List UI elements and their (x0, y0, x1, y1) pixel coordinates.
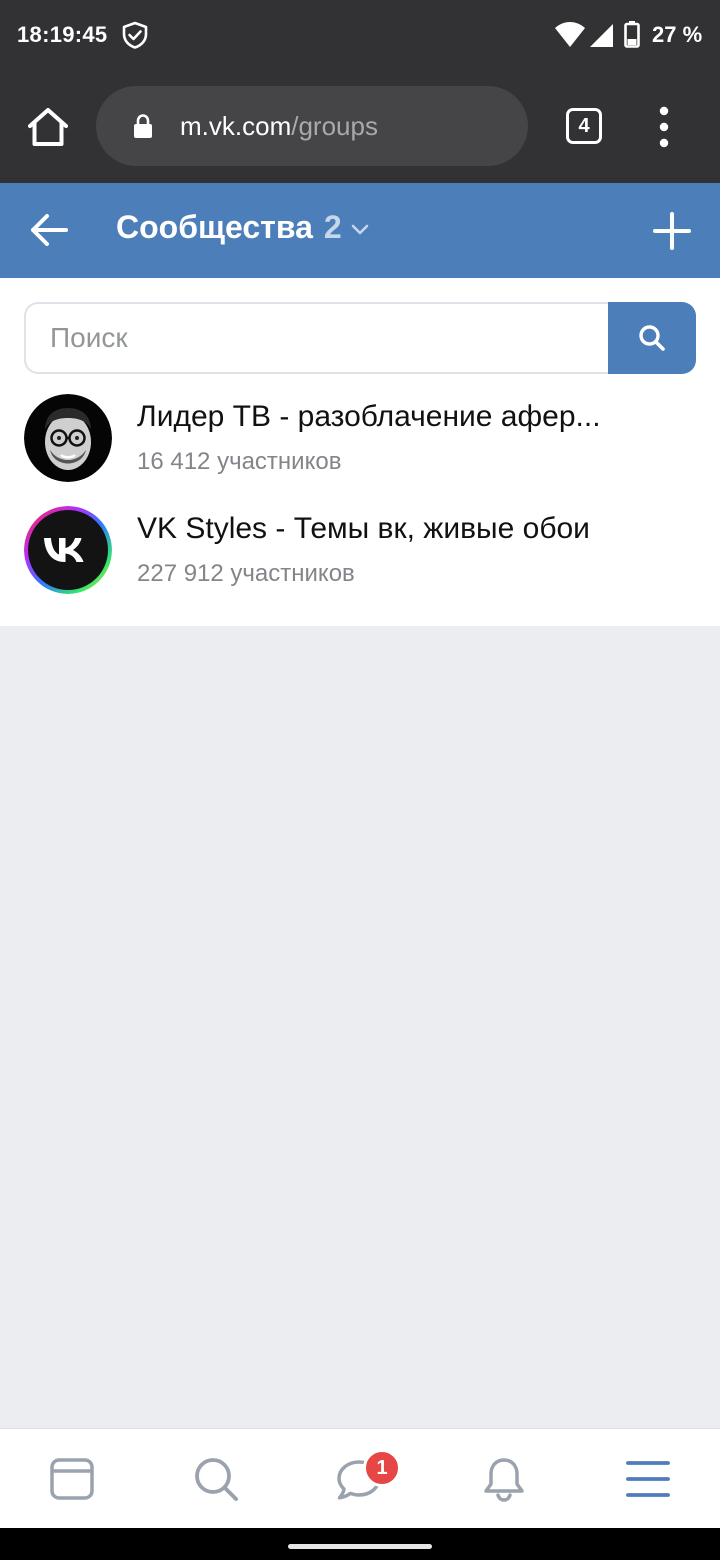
notifications-icon[interactable] (480, 1455, 528, 1503)
shield-check-icon (122, 21, 148, 49)
browser-toolbar: m.vk.com/groups 4 (0, 70, 720, 183)
bottom-navigation: 1 (0, 1428, 720, 1528)
list-item[interactable]: VK Styles - Темы вк, живые обои 227 912 … (0, 506, 720, 618)
messages-badge: 1 (363, 1449, 401, 1487)
page-title: Сообщества (116, 209, 313, 245)
battery-icon (624, 21, 640, 48)
back-arrow-icon[interactable] (28, 211, 70, 249)
vk-logo-icon (24, 506, 112, 594)
wifi-icon (555, 22, 585, 47)
more-vertical-icon[interactable] (655, 106, 673, 148)
tab-switcher-button[interactable]: 4 (566, 108, 602, 144)
tab-count: 4 (578, 114, 590, 137)
avatar (24, 394, 112, 482)
messages-badge-count: 1 (376, 1456, 388, 1479)
battery-percentage: 27 % (652, 22, 703, 47)
communities-count: 2 (323, 209, 342, 245)
chevron-down-icon (351, 224, 368, 234)
home-icon[interactable] (26, 106, 70, 148)
url-path: /groups (291, 111, 378, 141)
home-indicator[interactable] (288, 1544, 432, 1549)
group-members: 16 412 участников (137, 448, 342, 475)
url-domain: m.vk.com (180, 111, 292, 141)
communities-list-panel: Лидер ТВ - разоблачение афер... 16 412 у… (0, 278, 720, 626)
search-button[interactable] (608, 302, 696, 374)
search-icon[interactable] (192, 1455, 240, 1503)
status-time: 18:19:45 (17, 22, 108, 47)
avatar (24, 506, 112, 594)
group-name: VK Styles - Темы вк, живые обои (137, 512, 590, 545)
search-icon (639, 325, 665, 351)
plus-icon[interactable] (652, 211, 692, 251)
signal-icon (590, 24, 613, 47)
photo-avatar-icon (24, 394, 112, 482)
url-text: m.vk.com/groups (180, 111, 378, 142)
status-bar: 18:19:45 27 % (0, 0, 720, 70)
group-name: Лидер ТВ - разоблачение афер... (137, 400, 601, 433)
address-bar[interactable]: m.vk.com/groups (96, 86, 528, 166)
gesture-bar (0, 1528, 720, 1560)
search-bar (24, 302, 696, 374)
page-header: Сообщества 2 (0, 183, 720, 278)
news-icon[interactable] (48, 1455, 96, 1503)
communities-title-dropdown[interactable]: Сообщества 2 (116, 209, 370, 246)
group-members: 227 912 участников (137, 560, 355, 587)
menu-icon[interactable] (624, 1455, 672, 1503)
list-item[interactable]: Лидер ТВ - разоблачение афер... 16 412 у… (0, 394, 720, 506)
search-input[interactable] (24, 302, 610, 374)
lock-icon (134, 114, 152, 138)
